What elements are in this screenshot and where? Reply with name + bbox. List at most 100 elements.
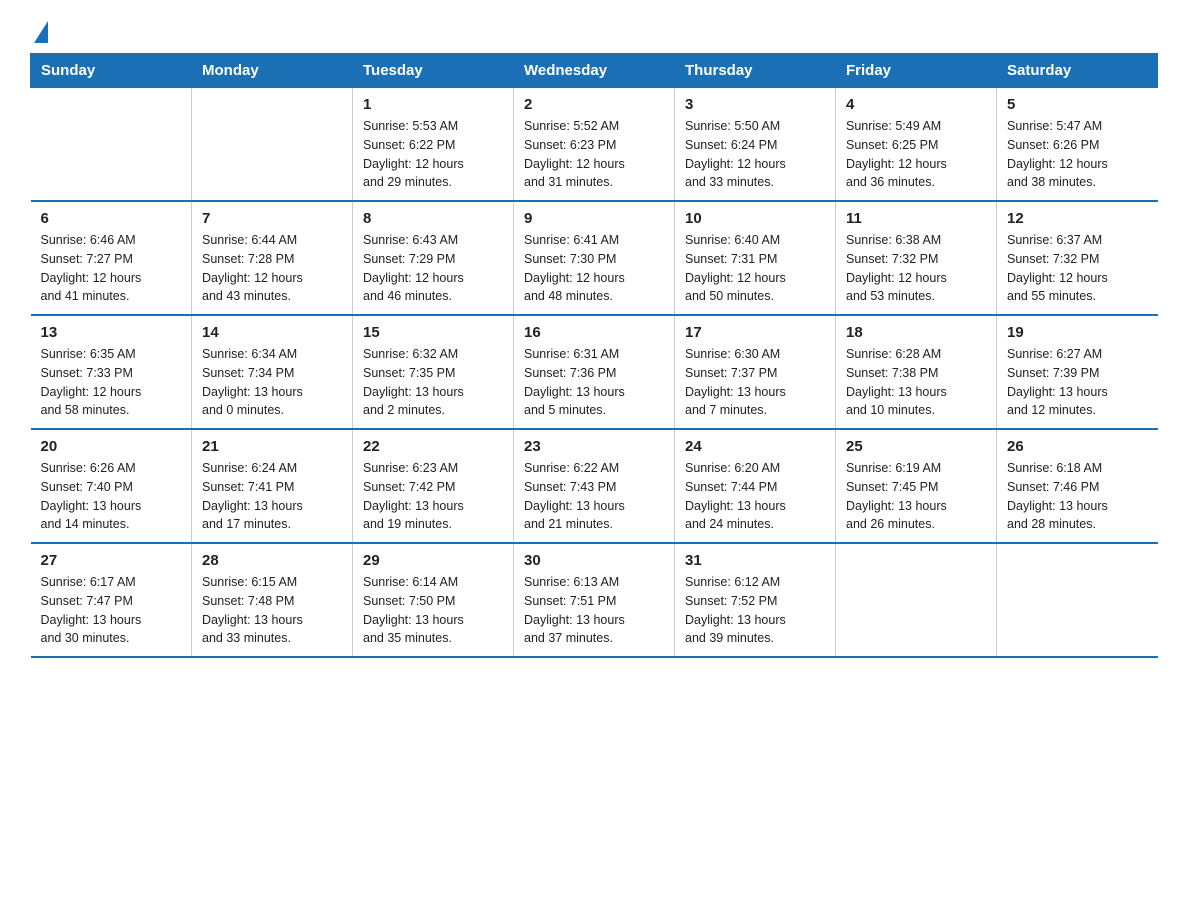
day-number: 13 [41, 324, 182, 341]
calendar-cell: 10 Sunrise: 6:40 AM Sunset: 7:31 PM Dayli… [675, 201, 836, 315]
logo-triangle-icon [34, 21, 48, 43]
day-sun-info: Sunrise: 5:52 AM Sunset: 6:23 PM Dayligh… [524, 117, 664, 192]
day-number: 27 [41, 552, 182, 569]
calendar-cell: 12 Sunrise: 6:37 AM Sunset: 7:32 PM Dayli… [997, 201, 1158, 315]
calendar-cell: 9 Sunrise: 6:41 AM Sunset: 7:30 PM Daylig… [514, 201, 675, 315]
day-sun-info: Sunrise: 5:47 AM Sunset: 6:26 PM Dayligh… [1007, 117, 1148, 192]
day-sun-info: Sunrise: 6:35 AM Sunset: 7:33 PM Dayligh… [41, 345, 182, 420]
calendar-cell: 26Sunrise: 6:18 AM Sunset: 7:46 PM Dayli… [997, 429, 1158, 543]
day-sun-info: Sunrise: 6:38 AM Sunset: 7:32 PM Dayligh… [846, 231, 986, 306]
day-number: 3 [685, 96, 825, 113]
day-number: 5 [1007, 96, 1148, 113]
calendar-cell: 13 Sunrise: 6:35 AM Sunset: 7:33 PM Dayli… [31, 315, 192, 429]
days-of-week-row: SundayMondayTuesdayWednesdayThursdayFrid… [31, 54, 1158, 88]
calendar-cell: 14Sunrise: 6:34 AM Sunset: 7:34 PM Dayli… [192, 315, 353, 429]
day-number: 31 [685, 552, 825, 569]
day-sun-info: Sunrise: 6:30 AM Sunset: 7:37 PM Dayligh… [685, 345, 825, 420]
day-of-week-header: Saturday [997, 54, 1158, 88]
calendar-cell: 27 Sunrise: 6:17 AM Sunset: 7:47 PM Dayli… [31, 543, 192, 657]
calendar-cell: 15Sunrise: 6:32 AM Sunset: 7:35 PM Dayli… [353, 315, 514, 429]
calendar-week-row: 6 Sunrise: 6:46 AM Sunset: 7:27 PM Daylig… [31, 201, 1158, 315]
calendar-cell: 29 Sunrise: 6:14 AM Sunset: 7:50 PM Dayli… [353, 543, 514, 657]
day-number: 6 [41, 210, 182, 227]
day-of-week-header: Sunday [31, 54, 192, 88]
day-number: 15 [363, 324, 503, 341]
day-sun-info: Sunrise: 6:40 AM Sunset: 7:31 PM Dayligh… [685, 231, 825, 306]
day-number: 7 [202, 210, 342, 227]
day-sun-info: Sunrise: 6:27 AM Sunset: 7:39 PM Dayligh… [1007, 345, 1148, 420]
day-sun-info: Sunrise: 6:18 AM Sunset: 7:46 PM Dayligh… [1007, 459, 1148, 534]
day-sun-info: Sunrise: 6:20 AM Sunset: 7:44 PM Dayligh… [685, 459, 825, 534]
calendar-cell: 6 Sunrise: 6:46 AM Sunset: 7:27 PM Daylig… [31, 201, 192, 315]
day-sun-info: Sunrise: 5:49 AM Sunset: 6:25 PM Dayligh… [846, 117, 986, 192]
calendar-week-row: 1Sunrise: 5:53 AM Sunset: 6:22 PM Daylig… [31, 88, 1158, 202]
calendar-cell: 8 Sunrise: 6:43 AM Sunset: 7:29 PM Daylig… [353, 201, 514, 315]
calendar-cell: 1Sunrise: 5:53 AM Sunset: 6:22 PM Daylig… [353, 88, 514, 202]
calendar-cell: 31 Sunrise: 6:12 AM Sunset: 7:52 PM Dayli… [675, 543, 836, 657]
day-number: 23 [524, 438, 664, 455]
calendar-cell: 16 Sunrise: 6:31 AM Sunset: 7:36 PM Dayli… [514, 315, 675, 429]
day-of-week-header: Wednesday [514, 54, 675, 88]
day-sun-info: Sunrise: 6:31 AM Sunset: 7:36 PM Dayligh… [524, 345, 664, 420]
calendar-cell: 25Sunrise: 6:19 AM Sunset: 7:45 PM Dayli… [836, 429, 997, 543]
day-number: 4 [846, 96, 986, 113]
calendar-cell: 19 Sunrise: 6:27 AM Sunset: 7:39 PM Dayli… [997, 315, 1158, 429]
day-sun-info: Sunrise: 6:17 AM Sunset: 7:47 PM Dayligh… [41, 573, 182, 648]
calendar-cell: 20Sunrise: 6:26 AM Sunset: 7:40 PM Dayli… [31, 429, 192, 543]
day-number: 21 [202, 438, 342, 455]
day-of-week-header: Thursday [675, 54, 836, 88]
day-sun-info: Sunrise: 6:44 AM Sunset: 7:28 PM Dayligh… [202, 231, 342, 306]
calendar-cell [192, 88, 353, 202]
day-number: 18 [846, 324, 986, 341]
calendar-cell: 11 Sunrise: 6:38 AM Sunset: 7:32 PM Dayli… [836, 201, 997, 315]
calendar-cell: 5 Sunrise: 5:47 AM Sunset: 6:26 PM Daylig… [997, 88, 1158, 202]
calendar-cell: 18 Sunrise: 6:28 AM Sunset: 7:38 PM Dayli… [836, 315, 997, 429]
calendar-cell [836, 543, 997, 657]
day-sun-info: Sunrise: 6:37 AM Sunset: 7:32 PM Dayligh… [1007, 231, 1148, 306]
day-number: 8 [363, 210, 503, 227]
calendar-header: SundayMondayTuesdayWednesdayThursdayFrid… [31, 54, 1158, 88]
day-of-week-header: Monday [192, 54, 353, 88]
day-sun-info: Sunrise: 6:24 AM Sunset: 7:41 PM Dayligh… [202, 459, 342, 534]
calendar-body: 1Sunrise: 5:53 AM Sunset: 6:22 PM Daylig… [31, 88, 1158, 658]
day-sun-info: Sunrise: 6:43 AM Sunset: 7:29 PM Dayligh… [363, 231, 503, 306]
day-number: 29 [363, 552, 503, 569]
day-number: 28 [202, 552, 342, 569]
calendar-cell: 24 Sunrise: 6:20 AM Sunset: 7:44 PM Dayli… [675, 429, 836, 543]
day-number: 16 [524, 324, 664, 341]
day-sun-info: Sunrise: 6:28 AM Sunset: 7:38 PM Dayligh… [846, 345, 986, 420]
day-sun-info: Sunrise: 5:53 AM Sunset: 6:22 PM Dayligh… [363, 117, 503, 192]
day-sun-info: Sunrise: 5:50 AM Sunset: 6:24 PM Dayligh… [685, 117, 825, 192]
day-number: 22 [363, 438, 503, 455]
day-number: 17 [685, 324, 825, 341]
calendar-week-row: 27 Sunrise: 6:17 AM Sunset: 7:47 PM Dayli… [31, 543, 1158, 657]
day-sun-info: Sunrise: 6:13 AM Sunset: 7:51 PM Dayligh… [524, 573, 664, 648]
day-sun-info: Sunrise: 6:26 AM Sunset: 7:40 PM Dayligh… [41, 459, 182, 534]
day-number: 10 [685, 210, 825, 227]
calendar-cell: 3 Sunrise: 5:50 AM Sunset: 6:24 PM Daylig… [675, 88, 836, 202]
day-of-week-header: Tuesday [353, 54, 514, 88]
day-sun-info: Sunrise: 6:14 AM Sunset: 7:50 PM Dayligh… [363, 573, 503, 648]
page-header [30, 20, 1158, 43]
calendar-cell: 7 Sunrise: 6:44 AM Sunset: 7:28 PM Daylig… [192, 201, 353, 315]
day-sun-info: Sunrise: 6:41 AM Sunset: 7:30 PM Dayligh… [524, 231, 664, 306]
day-number: 14 [202, 324, 342, 341]
day-sun-info: Sunrise: 6:12 AM Sunset: 7:52 PM Dayligh… [685, 573, 825, 648]
calendar-cell: 22Sunrise: 6:23 AM Sunset: 7:42 PM Dayli… [353, 429, 514, 543]
day-sun-info: Sunrise: 6:46 AM Sunset: 7:27 PM Dayligh… [41, 231, 182, 306]
day-sun-info: Sunrise: 6:22 AM Sunset: 7:43 PM Dayligh… [524, 459, 664, 534]
calendar-table: SundayMondayTuesdayWednesdayThursdayFrid… [30, 53, 1158, 658]
calendar-cell [31, 88, 192, 202]
day-number: 19 [1007, 324, 1148, 341]
calendar-week-row: 13 Sunrise: 6:35 AM Sunset: 7:33 PM Dayli… [31, 315, 1158, 429]
calendar-cell: 2 Sunrise: 5:52 AM Sunset: 6:23 PM Daylig… [514, 88, 675, 202]
day-sun-info: Sunrise: 6:19 AM Sunset: 7:45 PM Dayligh… [846, 459, 986, 534]
day-sun-info: Sunrise: 6:15 AM Sunset: 7:48 PM Dayligh… [202, 573, 342, 648]
day-number: 12 [1007, 210, 1148, 227]
day-number: 2 [524, 96, 664, 113]
day-number: 30 [524, 552, 664, 569]
day-number: 9 [524, 210, 664, 227]
day-number: 24 [685, 438, 825, 455]
day-number: 11 [846, 210, 986, 227]
calendar-week-row: 20Sunrise: 6:26 AM Sunset: 7:40 PM Dayli… [31, 429, 1158, 543]
